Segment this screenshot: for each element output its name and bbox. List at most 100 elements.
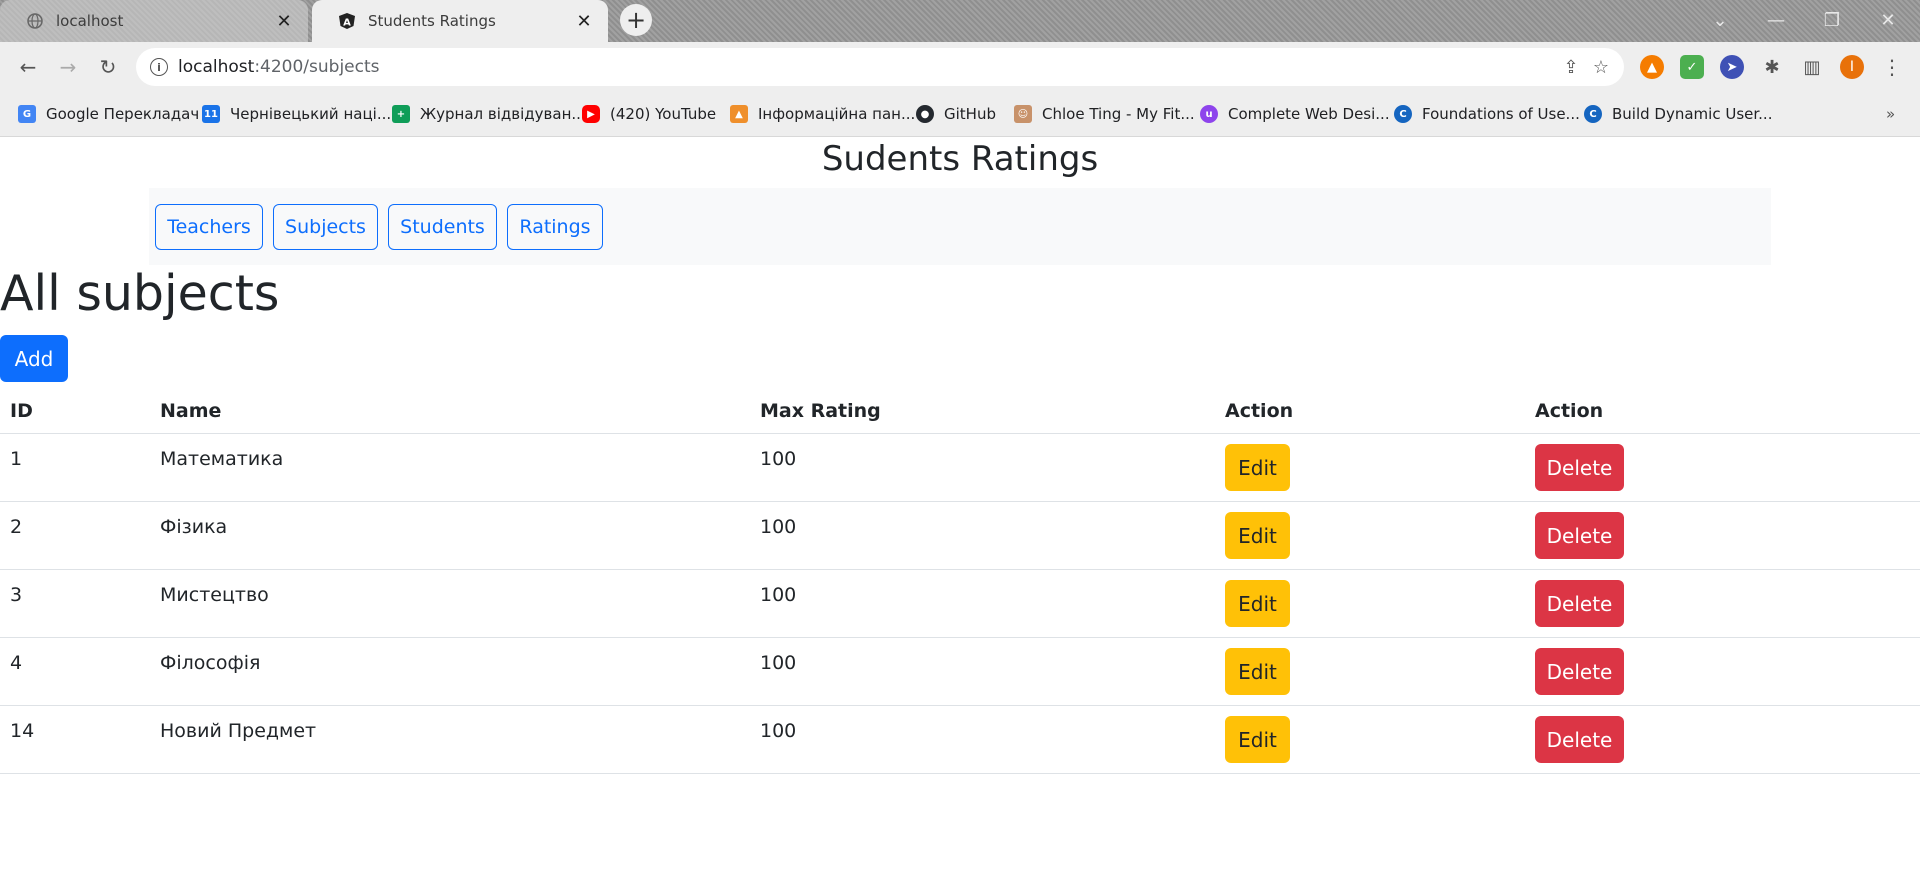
more-bookmarks-icon[interactable]: » [1886, 102, 1895, 126]
angular-icon: A [338, 12, 356, 30]
edit-button[interactable]: Edit [1225, 716, 1290, 763]
reload-icon[interactable]: ↻ [94, 53, 122, 81]
page-title: All subjects [0, 265, 280, 322]
side-panel-icon[interactable]: ▥ [1800, 55, 1824, 79]
cell-edit: Edit [1215, 637, 1525, 706]
subject-id: 3 [10, 584, 23, 606]
new-tab-button[interactable]: + [620, 4, 652, 36]
tab-search-icon[interactable]: ⌄ [1692, 0, 1748, 40]
subject-max-rating: 100 [760, 652, 797, 674]
site-title: Sudents Ratings [821, 139, 1099, 179]
cell-edit: Edit [1215, 705, 1525, 774]
bookmark-item[interactable]: ☺ Chloe Ting - My Fit... [1014, 102, 1195, 126]
extensions-puzzle-icon[interactable]: ✱ [1760, 55, 1784, 79]
youtube-icon: ▶ [582, 105, 600, 123]
browser-tab-localhost[interactable]: localhost ✕ [0, 0, 308, 42]
table-header-row: ID Name Max Rating Action Action [0, 389, 1920, 434]
column-header-action-edit: Action [1215, 389, 1525, 434]
google-translate-icon: G [18, 105, 36, 123]
udemy-icon: u [1200, 105, 1218, 123]
bookmark-item[interactable]: ● GitHub [916, 102, 996, 126]
delete-button[interactable]: Delete [1535, 512, 1624, 559]
forward-icon[interactable]: → [54, 53, 82, 81]
tab-title: localhost [56, 12, 124, 30]
extension-shield-icon[interactable]: ✓ [1680, 55, 1704, 79]
delete-button[interactable]: Delete [1535, 580, 1624, 627]
cell-name: Фізика [150, 501, 750, 570]
delete-button[interactable]: Delete [1535, 716, 1624, 763]
cell-delete: Delete [1525, 501, 1920, 570]
subject-name: Новий Предмет [160, 720, 317, 742]
cell-edit: Edit [1215, 433, 1525, 502]
bookmark-item[interactable]: u Complete Web Desi... [1200, 102, 1390, 126]
menu-kebab-icon[interactable]: ⋮ [1880, 55, 1904, 79]
bookmark-item[interactable]: G Google Перекладач [18, 102, 199, 126]
coursera-icon: C [1394, 105, 1412, 123]
subject-name: Фізика [160, 516, 228, 538]
bookmark-item[interactable]: ▶ (420) YouTube [582, 102, 716, 126]
bookmark-item[interactable]: C Foundations of Use... [1394, 102, 1580, 126]
nav-subjects-button[interactable]: Subjects [273, 204, 378, 250]
extension-cursor-icon[interactable]: ➤ [1720, 55, 1744, 79]
page-content: Sudents Ratings Teachers Subjects Studen… [0, 137, 1920, 887]
cell-delete: Delete [1525, 637, 1920, 706]
edit-button[interactable]: Edit [1225, 648, 1290, 695]
cell-name: Математика [150, 433, 750, 502]
bookmark-star-icon[interactable]: ☆ [1586, 52, 1616, 82]
extension-avast-icon[interactable]: ▲ [1640, 55, 1664, 79]
add-subject-button[interactable]: Add [0, 335, 68, 382]
column-header-max-rating: Max Rating [750, 389, 1215, 434]
cell-edit: Edit [1215, 569, 1525, 638]
nav-students-button[interactable]: Students [388, 204, 497, 250]
subject-id: 14 [10, 720, 35, 742]
bookmark-item[interactable]: ▲ Інформаційна пан... [730, 102, 915, 126]
nav-ratings-button[interactable]: Ratings [507, 204, 603, 250]
cell-edit: Edit [1215, 501, 1525, 570]
globe-icon [26, 12, 44, 30]
close-tab-icon[interactable]: ✕ [272, 9, 296, 33]
close-tab-icon[interactable]: ✕ [572, 9, 596, 33]
profile-avatar[interactable]: I [1840, 55, 1864, 79]
avatar: ☺ [1014, 105, 1032, 123]
table-row: 2 Фізика 100 Edit Delete [0, 501, 1920, 570]
tab-title: Students Ratings [368, 12, 496, 30]
graduation-cap-icon: ▲ [730, 105, 748, 123]
cell-name: Мистецтво [150, 569, 750, 638]
coursera-icon: C [1584, 105, 1602, 123]
cell-id: 2 [0, 501, 150, 570]
nav-teachers-button[interactable]: Teachers [155, 204, 263, 250]
calendar-icon: 11 [202, 105, 220, 123]
close-window-icon[interactable]: ✕ [1860, 0, 1916, 40]
delete-button[interactable]: Delete [1535, 648, 1624, 695]
table-row: 1 Математика 100 Edit Delete [0, 433, 1920, 502]
column-header-name: Name [150, 389, 750, 434]
back-icon[interactable]: ← [14, 53, 42, 81]
cell-delete: Delete [1525, 433, 1920, 502]
bookmark-item[interactable]: 11 Чернівецький наці... [202, 102, 391, 126]
cell-name: Новий Предмет [150, 705, 750, 774]
sheets-icon: + [392, 105, 410, 123]
minimize-icon[interactable]: — [1748, 0, 1804, 40]
main-navbar: Teachers Subjects Students Ratings [149, 188, 1771, 265]
edit-button[interactable]: Edit [1225, 580, 1290, 627]
subject-name: Математика [160, 448, 284, 470]
subject-max-rating: 100 [760, 516, 797, 538]
site-info-icon[interactable]: i [150, 58, 168, 76]
subject-id: 2 [10, 516, 23, 538]
share-icon[interactable]: ⇪ [1556, 52, 1586, 82]
address-bar[interactable]: i localhost:4200/subjects ⇪ ☆ [136, 48, 1624, 86]
github-icon: ● [916, 105, 934, 123]
bookmark-item[interactable]: C Build Dynamic User... [1584, 102, 1772, 126]
bookmark-item[interactable]: + Журнал відвідуван... [392, 102, 586, 126]
column-header-action-delete: Action [1525, 389, 1920, 434]
browser-tab-students-ratings[interactable]: A Students Ratings ✕ [312, 0, 608, 42]
restore-icon[interactable]: ❐ [1804, 0, 1860, 40]
cell-id: 3 [0, 569, 150, 638]
cell-max-rating: 100 [750, 637, 1215, 706]
delete-button[interactable]: Delete [1535, 444, 1624, 491]
edit-button[interactable]: Edit [1225, 444, 1290, 491]
cell-max-rating: 100 [750, 569, 1215, 638]
subject-name: Мистецтво [160, 584, 269, 606]
url-text[interactable]: localhost:4200/subjects [178, 57, 1556, 77]
edit-button[interactable]: Edit [1225, 512, 1290, 559]
